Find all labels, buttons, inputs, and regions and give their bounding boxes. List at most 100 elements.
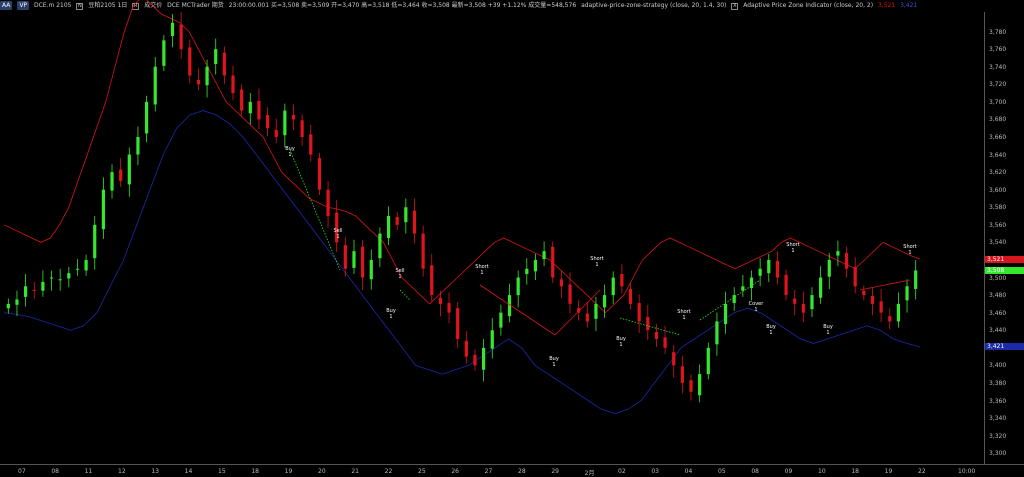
time-tick-label: 19 [884, 468, 893, 475]
candle-body [611, 277, 615, 296]
candle-body [767, 259, 771, 274]
candle-body [482, 347, 486, 370]
candle-body [870, 295, 875, 304]
time-axis[interactable]: 07 08 11 12 13 14 15 18 19 20 21 22 25 26 27 28 29 2月 02 03… [0, 464, 1024, 477]
candle-body [378, 233, 382, 259]
candle-body [248, 101, 252, 114]
candle-body [793, 298, 797, 304]
price-tick-label: 3,600 [989, 186, 1007, 194]
candle-body [723, 303, 728, 325]
candle-body [240, 89, 244, 111]
candle-body [170, 22, 175, 36]
candle-body [888, 316, 892, 322]
candle-body [810, 295, 814, 310]
signal-qty: 1 [398, 274, 401, 280]
price-tick-label: 3,760 [989, 46, 1007, 54]
candle-body [412, 210, 417, 234]
time-tick-label: 14 [184, 468, 193, 475]
time-tick-label: 27 [484, 468, 493, 475]
candle-body [395, 216, 399, 225]
price-tick-label: 3,660 [989, 133, 1007, 141]
signal-qty: 1 [552, 362, 555, 368]
candle-body [896, 303, 900, 322]
candle-body [706, 347, 710, 375]
signal-qty: 1 [595, 262, 598, 268]
price-axis[interactable]: 3,780 3,760 3,740 3,720 3,700 3,680 3,660 3,640… [984, 12, 1024, 464]
candle-body [274, 129, 278, 137]
candle-body [646, 317, 650, 331]
candle-body [914, 270, 918, 289]
time-tick-label: 29 [551, 468, 559, 475]
candle-body [361, 246, 365, 278]
candle-body [456, 308, 460, 340]
candle-body [188, 47, 192, 76]
price-tick-label: 3,640 [989, 151, 1007, 159]
price-tick-label: 3,680 [989, 116, 1007, 124]
candle-body [680, 366, 684, 383]
candle-body [421, 233, 425, 269]
price-tick-label: 3,700 [989, 98, 1007, 106]
time-tick-label: 19 [284, 468, 293, 475]
price-tick-label: 3,360 [989, 397, 1007, 405]
trend-line-red [859, 279, 911, 291]
signal-qty: 1 [682, 315, 685, 321]
candle-body [179, 24, 183, 50]
candle-body [24, 286, 28, 297]
candle-body [32, 289, 36, 291]
candle-body [473, 354, 477, 366]
signal-qty: 1 [908, 250, 911, 256]
candle-body [801, 303, 805, 313]
time-tick-label: 20 [318, 468, 326, 475]
time-tick-label: 11 [84, 468, 93, 475]
candle-body [628, 288, 633, 304]
candle-body [386, 216, 391, 238]
signal-qty: 1 [791, 248, 794, 254]
price-tick-label: 3,560 [989, 221, 1007, 229]
candle-body [153, 66, 157, 105]
time-tick-label: 04 [684, 468, 693, 475]
time-tick-label: 07 [18, 468, 26, 475]
time-tick-label: 15 [218, 468, 226, 475]
candle-body [58, 279, 62, 281]
time-tick-label: 22 [918, 468, 926, 475]
candle-body [585, 313, 589, 322]
candle-body [637, 303, 641, 322]
time-tick-label: 10:00 [958, 468, 976, 475]
candle-body [265, 115, 270, 129]
price-tag: 3,521 [985, 255, 1024, 263]
time-tick-label: 25 [418, 468, 426, 475]
candle-body [672, 352, 676, 366]
candle-body [836, 251, 840, 256]
price-chart[interactable]: Buy1Sell1Sell1Buy1Short1Buy1Short1Buy1Sh… [0, 0, 984, 464]
signal-qty: 1 [769, 330, 772, 336]
candle-body [136, 136, 140, 155]
candle-body [352, 251, 356, 268]
candle-body [430, 265, 434, 296]
candle-body [404, 207, 408, 223]
trend-line [399, 289, 411, 301]
price-tick-label: 3,540 [989, 239, 1007, 247]
candle-body [438, 297, 442, 304]
candle-body [75, 268, 80, 270]
price-tag: 3,421 [985, 343, 1024, 351]
candle-body [784, 274, 788, 296]
candle-body [715, 321, 719, 345]
candle-body [862, 290, 866, 296]
candle-body [542, 251, 546, 260]
candle-body [369, 259, 373, 280]
candle-body [819, 277, 823, 298]
candle-body [620, 274, 624, 287]
candle-body [93, 224, 97, 259]
candle-body [689, 380, 693, 392]
price-tick-label: 3,740 [989, 63, 1007, 71]
lower-band-line [3, 110, 921, 415]
signal-qty: 1 [336, 234, 339, 240]
candle-body [758, 268, 762, 276]
time-tick-label: 10 [818, 468, 826, 475]
candle-body [775, 260, 780, 278]
candle-body [205, 66, 209, 86]
candle-body [326, 189, 330, 217]
time-tick-label: 12 [118, 468, 126, 475]
price-tick-label: 3,400 [989, 362, 1007, 370]
candle-body [551, 246, 555, 278]
